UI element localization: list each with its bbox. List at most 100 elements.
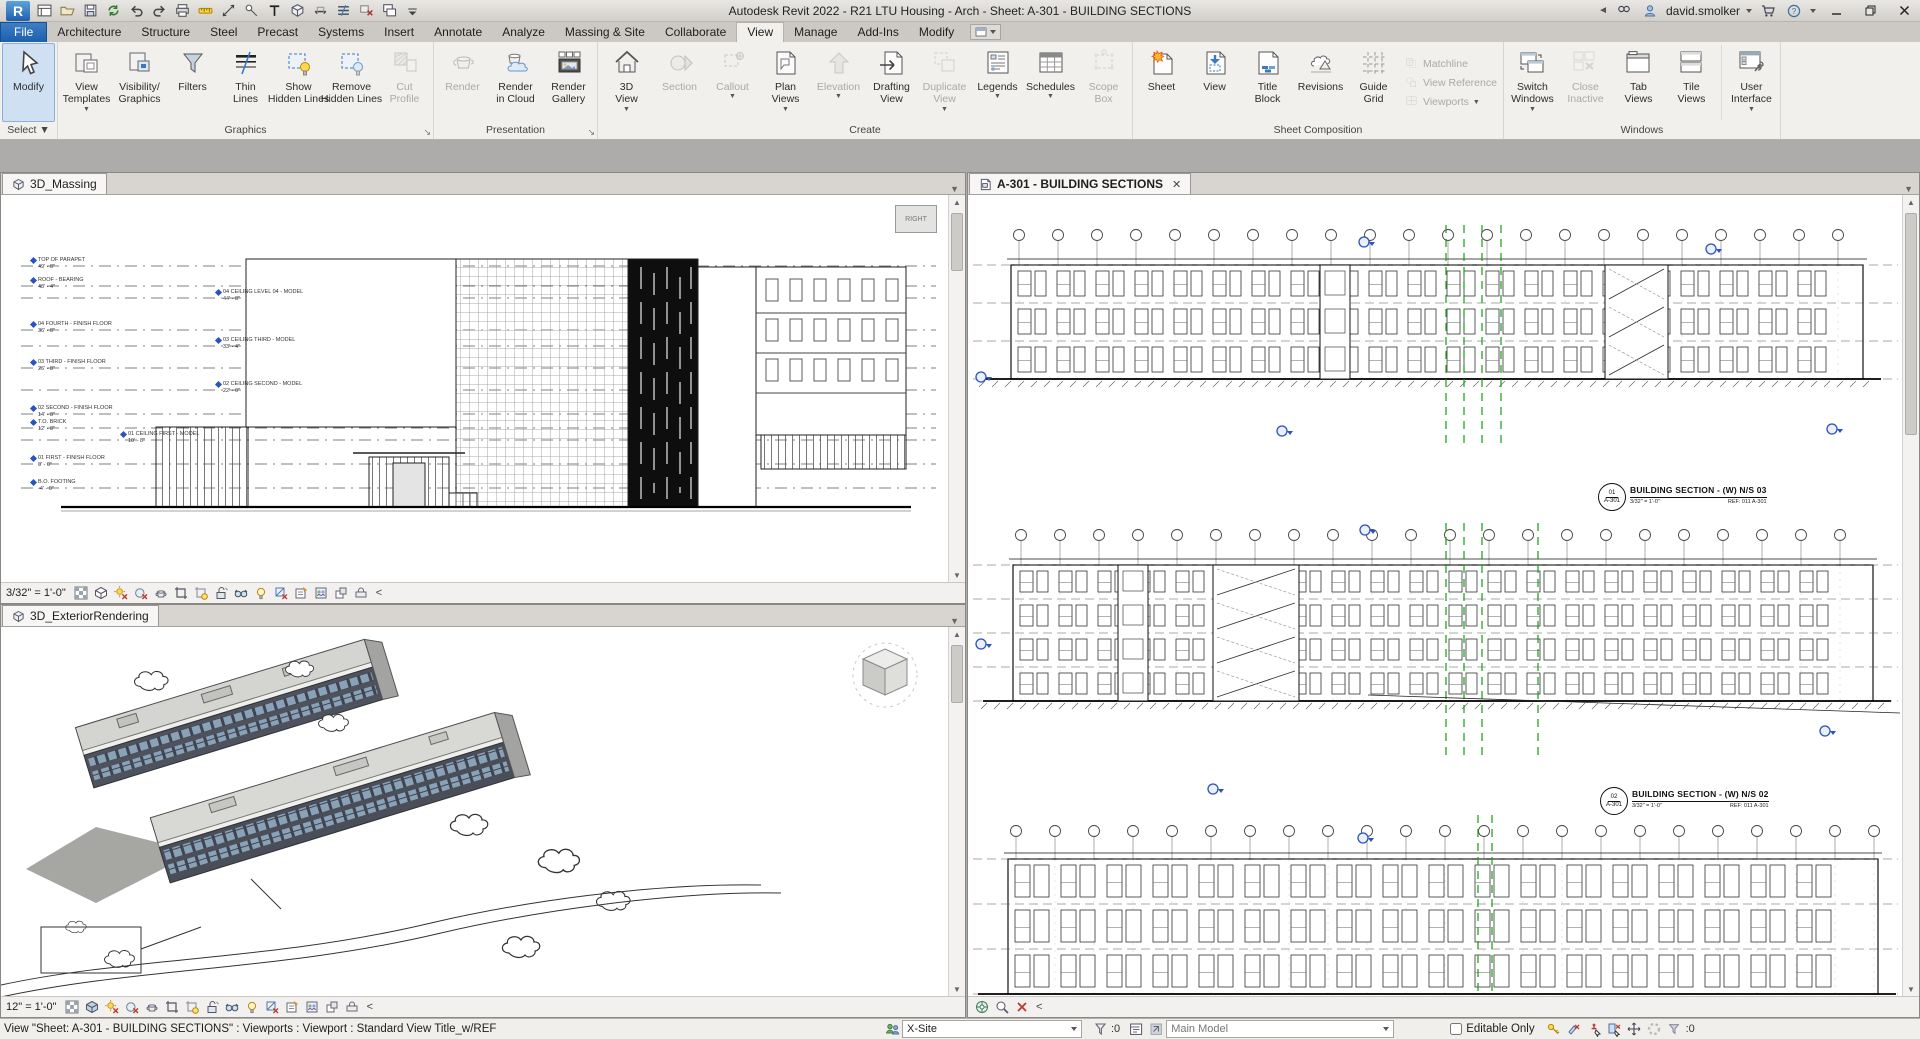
render-in-cloud-button[interactable]: Renderin Cloud — [489, 43, 542, 122]
sun-path-off-icon[interactable] — [113, 585, 130, 602]
toolbar-expand-icon[interactable]: < — [367, 1001, 373, 1013]
view-button[interactable]: View — [1188, 43, 1241, 122]
filters-button[interactable]: Filters — [166, 43, 219, 122]
massing-canvas[interactable]: TOP OF PARAPET49' - 8"ROOF - BEARING48' … — [1, 195, 965, 582]
3d-view-button[interactable]: 3DView▼ — [600, 43, 653, 122]
plan-views-button[interactable]: PlanViews▼ — [759, 43, 812, 122]
window-sheet-a301[interactable]: A-301 - BUILDING SECTIONS ✕ ▼ 01A-301 BU… — [967, 172, 1920, 1018]
displaced-icon[interactable] — [333, 585, 350, 602]
scroll-down-icon[interactable]: ▼ — [1907, 982, 1915, 996]
scroll-thumb[interactable] — [1905, 213, 1917, 435]
reveal-hidden-icon[interactable] — [253, 585, 270, 602]
cart-icon[interactable] — [1758, 2, 1778, 20]
scroll-up-icon[interactable]: ▲ — [953, 627, 961, 641]
sheet-button[interactable]: Sheet — [1135, 43, 1188, 122]
revit-app-button[interactable]: R — [6, 1, 30, 21]
print-icon[interactable] — [172, 2, 192, 20]
help-menu-caret-icon[interactable] — [1810, 9, 1816, 13]
selection-filter-icon[interactable] — [1665, 1021, 1685, 1038]
guide-grid-button[interactable]: GuideGrid — [1347, 43, 1400, 122]
window-menu-icon[interactable]: ▼ — [944, 616, 965, 626]
tab-views-button[interactable]: TabViews — [1612, 43, 1665, 122]
schedules-button[interactable]: Schedules▼ — [1024, 43, 1077, 122]
dropdown-caret-icon[interactable]: ▼ — [1047, 94, 1054, 99]
search-icon[interactable] — [1614, 2, 1634, 20]
save-icon[interactable] — [80, 2, 100, 20]
section-marker-icon[interactable] — [1208, 784, 1224, 794]
visual-style-icon[interactable] — [93, 585, 110, 602]
ribbon-tab-collaborate[interactable]: Collaborate — [655, 23, 736, 42]
window-menu-icon[interactable]: ▼ — [944, 184, 965, 194]
window-menu-icon[interactable]: ▼ — [1898, 184, 1919, 194]
analytical-off-icon[interactable] — [264, 999, 281, 1016]
thin-lines-button[interactable]: ThinLines — [219, 43, 272, 122]
editable-only-checkbox[interactable] — [1450, 1023, 1462, 1035]
ribbon-tab-annotate[interactable]: Annotate — [424, 23, 492, 42]
crop-region-visible-icon[interactable] — [184, 999, 201, 1016]
sheet-canvas[interactable]: 01A-301 BUILDING SECTION - (W) N/S 03 3/… — [968, 195, 1919, 996]
close-tab-icon[interactable]: ✕ — [1172, 178, 1181, 191]
user-interface-button[interactable]: UserInterface▼ — [1725, 43, 1778, 122]
ribbon-tab-systems[interactable]: Systems — [308, 23, 374, 42]
dropdown-caret-icon[interactable]: ▼ — [623, 107, 630, 112]
section-marker-icon[interactable] — [1706, 244, 1722, 254]
legends-button[interactable]: Legends▼ — [971, 43, 1024, 122]
scroll-up-icon[interactable]: ▲ — [953, 195, 961, 209]
undo-icon[interactable] — [126, 2, 146, 20]
design-options-icon[interactable] — [1126, 1021, 1146, 1038]
workset-filter-icon[interactable] — [1090, 1021, 1110, 1038]
tab-3d-exterior-rendering[interactable]: 3D_ExteriorRendering — [2, 605, 159, 626]
view-templates-button[interactable]: ViewTemplates▼ — [60, 43, 113, 122]
pin-cursor-icon[interactable] — [1585, 1021, 1605, 1038]
open-icon[interactable] — [57, 2, 77, 20]
scroll-down-icon[interactable]: ▼ — [953, 982, 961, 996]
ribbon-tab-modify[interactable]: Modify — [909, 23, 964, 42]
analytical-off-icon[interactable] — [273, 585, 290, 602]
shadows-off-icon[interactable] — [133, 585, 150, 602]
ribbon-tab-architecture[interactable]: Architecture — [47, 23, 131, 42]
revisions-button[interactable]: Revisions — [1294, 43, 1347, 122]
dropdown-caret-icon[interactable]: ▼ — [1748, 107, 1755, 112]
ribbon-tab-precast[interactable]: Precast — [247, 23, 308, 42]
render-dialog-icon[interactable] — [144, 999, 161, 1016]
steering-wheel-icon[interactable] — [973, 999, 990, 1016]
window-3d-exterior-rendering[interactable]: 3D_ExteriorRendering ▼ — [0, 604, 966, 1018]
ribbon-tab-file[interactable]: File — [0, 22, 47, 42]
dropdown-caret-icon[interactable]: ▼ — [941, 107, 948, 112]
title-block-button[interactable]: TitleBlock — [1241, 43, 1294, 122]
dropdown-caret-icon[interactable]: ▼ — [782, 107, 789, 112]
measure-icon[interactable] — [195, 2, 215, 20]
ribbon-tab-analyze[interactable]: Analyze — [492, 23, 555, 42]
shadows-off-icon[interactable] — [124, 999, 141, 1016]
ribbon-tab-insert[interactable]: Insert — [374, 23, 424, 42]
worksharing-icon[interactable] — [304, 999, 321, 1016]
rendering-canvas[interactable]: ▲▼ — [1, 627, 965, 996]
tab-sheet-a301[interactable]: A-301 - BUILDING SECTIONS ✕ — [969, 173, 1191, 194]
active-workset-combo[interactable]: X-Site — [902, 1020, 1082, 1038]
worksets-icon[interactable] — [882, 1021, 902, 1038]
editable-key-icon[interactable] — [1545, 1021, 1565, 1038]
window-3d-massing[interactable]: 3D_Massing ▼ — [0, 172, 966, 604]
rendering-vscrollbar[interactable]: ▲▼ — [948, 627, 965, 996]
crop-view-icon[interactable] — [173, 585, 190, 602]
visibility-graphics-button[interactable]: Visibility/Graphics — [113, 43, 166, 122]
render-gallery-button[interactable]: RenderGallery — [542, 43, 595, 122]
dropdown-caret-icon[interactable]: ▼ — [835, 94, 842, 99]
text-icon[interactable] — [264, 2, 284, 20]
sun-path-off-icon[interactable] — [104, 999, 121, 1016]
help-icon[interactable]: ? — [1784, 2, 1804, 20]
move-cursor-icon[interactable] — [1625, 1021, 1645, 1038]
temporary-hide-icon[interactable] — [233, 585, 250, 602]
modify-button[interactable]: Modify — [2, 43, 55, 122]
render-dialog-icon[interactable] — [153, 585, 170, 602]
door-cursor-icon[interactable] — [1605, 1021, 1625, 1038]
aligned-dimension-icon[interactable] — [218, 2, 238, 20]
switch-windows-button[interactable]: SwitchWindows▼ — [1506, 43, 1559, 122]
switch-windows-icon[interactable] — [379, 2, 399, 20]
app-menu-icon[interactable] — [34, 2, 54, 20]
signed-in-user[interactable]: david.smolker — [1666, 4, 1740, 18]
close-inactive-windows-icon[interactable] — [356, 2, 376, 20]
scroll-thumb[interactable] — [951, 213, 963, 271]
panel-label-select[interactable]: Select ▼ — [0, 123, 57, 139]
section-marker-icon[interactable] — [976, 372, 992, 382]
